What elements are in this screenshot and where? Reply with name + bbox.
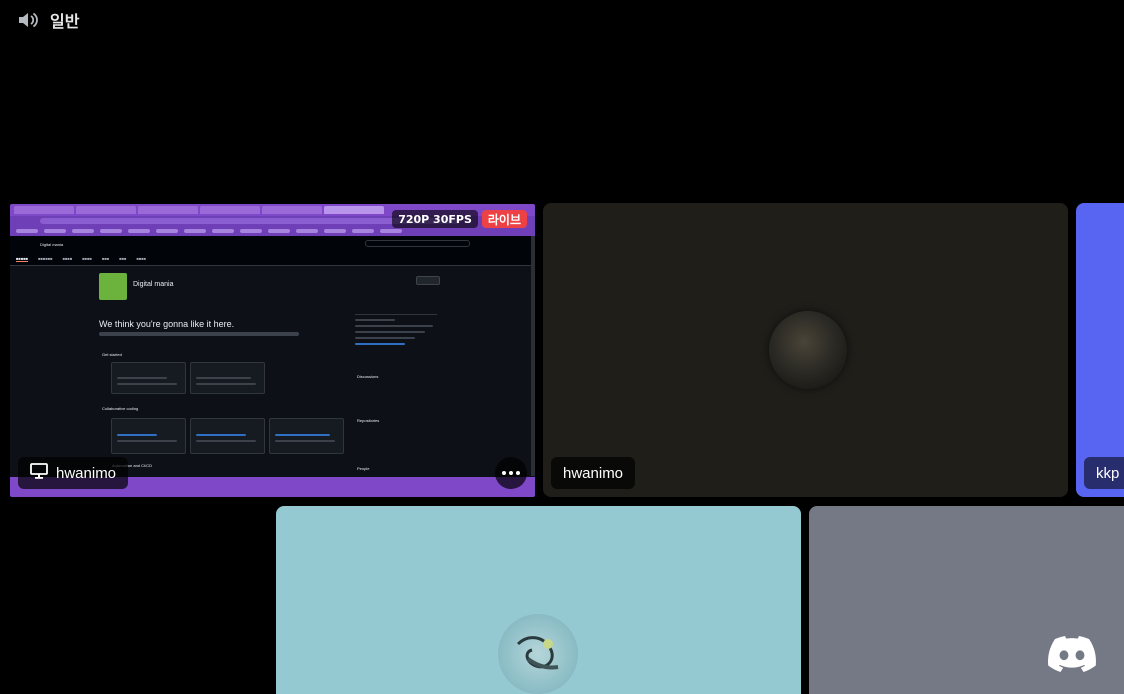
sidebar-discussions: Discussions [357,374,379,379]
user-name-pill: hwanimo [18,457,129,489]
github-org-crumb: Digital mania [40,242,64,247]
participant-tile[interactable] [276,506,801,694]
org-name: Digital mania [133,281,174,288]
card [111,418,186,454]
github-subline [99,332,299,336]
card [269,418,344,454]
github-nav: ■■■■■ ■■■■■■ ■■■■ ■■■■ ■■■ ■■■ ■■■■ [16,256,147,262]
github-sidebar [355,314,437,349]
org-logo [99,273,127,300]
live-badge: 라이브 [481,210,527,228]
org-button [416,276,440,285]
user-name: kkp [1096,464,1120,482]
discord-logo-icon [1040,630,1104,678]
participant-tile[interactable]: hwanimo [543,203,1068,497]
speaker-icon[interactable] [16,8,40,32]
card [190,418,265,454]
user-name: hwanimo [563,464,624,482]
browser-scrollbar [531,236,535,476]
sidebar-people: People [357,466,370,471]
section-get-started: Get started [102,352,122,357]
avatar [498,614,578,694]
more-options-button[interactable] [495,457,527,489]
card [190,362,265,394]
channel-header: 일반 [16,8,79,32]
card [111,362,186,394]
quality-badge: 720P 30FPS [392,210,478,228]
github-search [365,240,470,247]
monitor-icon [30,463,48,483]
more-dots-icon [502,471,506,475]
participant-tile[interactable]: kkp [1076,203,1124,497]
github-headline: We think you're gonna like it here. [99,319,235,329]
stream-badges: 720P 30FPS 라이브 [392,210,527,228]
channel-name: 일반 [50,12,80,31]
avatar [769,311,847,389]
user-name-pill: hwanimo [551,457,636,489]
user-name-pill: kkp [1084,457,1124,489]
section-collab: Collaborative coding [102,406,139,411]
user-name: hwanimo [56,464,117,482]
screen-share-tile[interactable]: Digital mania ■■■■■ ■■■■■■ ■■■■ ■■■■ ■■■ ■■■ ■… [10,204,535,497]
sidebar-repositories: Repositories [357,418,380,423]
